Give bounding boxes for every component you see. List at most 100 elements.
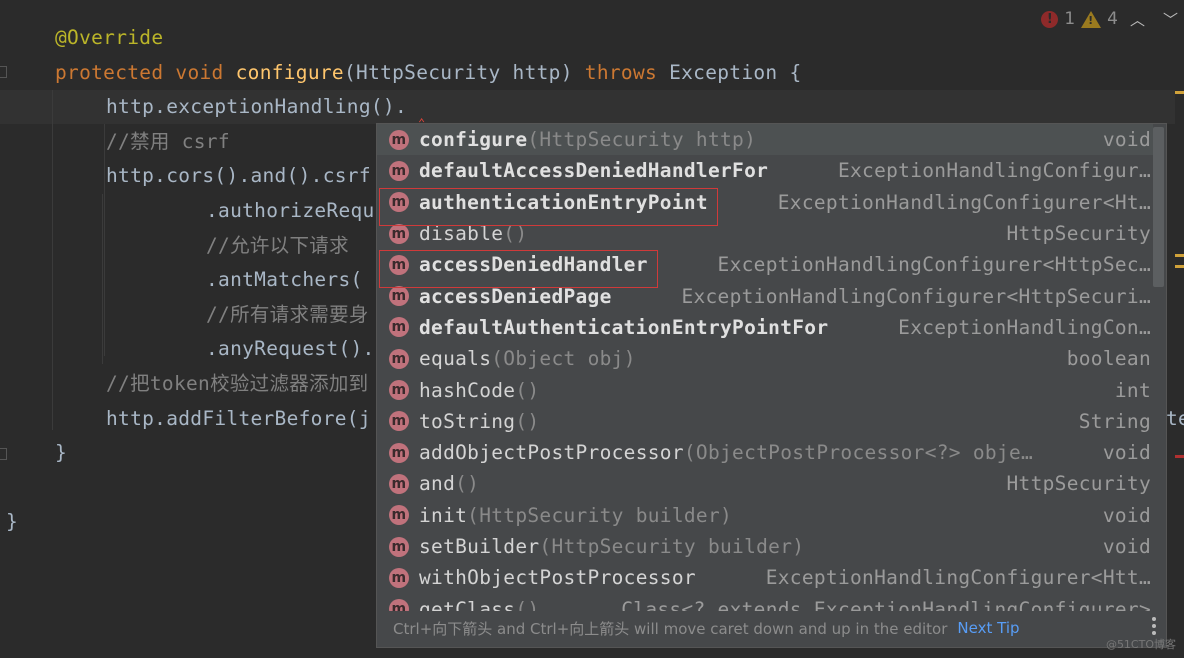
code-token: protected (55, 60, 176, 84)
completion-item-type: boolean (1036, 347, 1151, 371)
code-line[interactable]: http.exceptionHandling(). (106, 90, 407, 124)
completion-item-name: setBuilder (419, 535, 540, 558)
completion-popup[interactable]: m configure (HttpSecurity http) void m defaul… (376, 123, 1167, 648)
completion-list[interactable]: m configure (HttpSecurity http) void m defaul… (377, 124, 1153, 611)
completion-item-type: int (1084, 378, 1151, 402)
error-count: 1 (1064, 9, 1076, 29)
completion-item-params: (HttpSecurity http) (527, 128, 757, 152)
code-token: //把token校验过滤器添加到 (106, 372, 369, 395)
method-icon: m (389, 317, 409, 338)
completion-item-type: void (1072, 503, 1151, 527)
code-line[interactable]: //所有请求需要身 (206, 298, 369, 332)
method-icon: m (389, 129, 409, 150)
completion-item-type: HttpSecurity (976, 472, 1151, 496)
chevron-up-icon[interactable]: ︿ (1124, 9, 1151, 30)
completion-item[interactable]: m defaultAccessDeniedHandlerFor ExceptionH… (377, 155, 1153, 186)
completion-item-params: () (515, 409, 540, 433)
chevron-down-icon[interactable]: ﹀ (1157, 9, 1184, 30)
warning-stripe[interactable] (1175, 254, 1184, 257)
error-icon: ! (1041, 10, 1059, 28)
completion-item-name: and (419, 472, 456, 496)
completion-item[interactable]: m toString() String (377, 406, 1153, 437)
code-line[interactable]: //把token校验过滤器添加到 (106, 367, 368, 401)
completion-item-type: ExceptionHandlingCon… (868, 315, 1151, 339)
completion-footer: Ctrl+向下箭头 and Ctrl+向上箭头 will move caret … (377, 609, 1166, 647)
method-icon: m (389, 505, 409, 526)
completion-item[interactable]: m hashCode() int (377, 374, 1153, 405)
code-token: Exception { (669, 60, 802, 84)
completion-item-type: ExceptionHandlingConfigurer<HttpSecuri… (651, 284, 1151, 308)
highlight-annotation-box (379, 250, 658, 288)
code-line[interactable]: protected void configure(HttpSecurity ht… (55, 56, 802, 90)
error-stripe[interactable] (1175, 455, 1184, 458)
completion-item-type: String (1048, 409, 1151, 433)
indent-guide (102, 194, 103, 364)
fold-marker[interactable] (0, 448, 7, 460)
code-token: void (175, 60, 236, 84)
method-icon: m (389, 286, 409, 307)
indent-guide (52, 90, 53, 430)
completion-item-name: defaultAccessDeniedHandlerFor (419, 159, 769, 183)
more-options-icon[interactable] (1152, 617, 1156, 635)
inspection-widget[interactable]: ! 1 ! 4 ︿ ﹀ (1041, 8, 1184, 30)
completion-item[interactable]: m defaultAuthenticationEntryPointFor Excep… (377, 312, 1153, 343)
warning-icon: ! (1081, 10, 1102, 28)
code-line[interactable]: .antMatchers( (206, 263, 363, 297)
highlight-annotation-box (379, 188, 718, 226)
completion-item-type: ExceptionHandlingConfigurer<Ht… (747, 190, 1151, 214)
warning-stripe[interactable] (1175, 265, 1184, 268)
method-icon: m (389, 411, 409, 432)
scrollbar[interactable] (1153, 127, 1164, 287)
code-token: //所有请求需要身 (206, 302, 369, 326)
method-icon: m (389, 348, 409, 369)
code-token: //禁用 csrf (106, 129, 230, 153)
code-line[interactable]: } (6, 505, 18, 539)
warning-stripe[interactable] (1175, 91, 1184, 94)
code-line[interactable]: //允许以下请求 (206, 229, 349, 263)
completion-item[interactable]: m setBuilder (HttpSecurity builder) void (377, 531, 1153, 562)
code-line[interactable]: .anyRequest(). (206, 332, 375, 366)
completion-item-type: HttpSecurity (976, 222, 1151, 246)
code-token: http.exceptionHandling(). (106, 95, 407, 119)
method-icon: m (389, 380, 409, 401)
completion-item-name: equals (419, 347, 492, 371)
completion-item-params: () (515, 378, 540, 402)
next-tip-link[interactable]: Next Tip (957, 619, 1019, 637)
code-line[interactable]: //禁用 csrf (106, 125, 230, 159)
completion-item[interactable]: m addObjectPostProcessor (ObjectPostProces… (377, 437, 1153, 468)
completion-item[interactable]: m init (HttpSecurity builder) void (377, 500, 1153, 531)
code-token: http.cors().and().csrf (106, 164, 371, 188)
completion-item-name: accessDeniedPage (419, 284, 612, 308)
completion-item-name: withObjectPostProcessor (419, 566, 696, 590)
completion-item[interactable]: m equals (Object obj) boolean (377, 343, 1153, 374)
code-line[interactable]: } (55, 436, 67, 470)
completion-item-type: ExceptionHandlingConfigurer<Htt… (735, 566, 1151, 590)
code-token: .authorizeRequ (206, 199, 375, 222)
completion-item-type: void (1072, 128, 1151, 152)
code-line[interactable]: .authorizeRequ (206, 194, 375, 228)
code-token: .antMatchers( (206, 268, 363, 292)
code-line[interactable]: @Override (55, 21, 163, 55)
completion-item[interactable]: m configure (HttpSecurity http) void (377, 124, 1153, 156)
method-icon: m (389, 160, 409, 181)
code-token: //允许以下请求 (206, 233, 349, 257)
completion-item[interactable]: m withObjectPostProcessor ExceptionHandlin… (377, 562, 1153, 593)
completion-item-params: (ObjectPostProcessor<?> obje… (683, 441, 1034, 465)
completion-item[interactable]: m and() HttpSecurity (377, 468, 1153, 499)
completion-item-type: void (1072, 535, 1151, 558)
code-line[interactable]: http.addFilterBefore(j (106, 402, 371, 436)
code-line[interactable]: http.cors().and().csrf (106, 159, 371, 193)
code-token: } (55, 441, 68, 465)
warning-count: 4 (1107, 9, 1118, 29)
completion-item-name: defaultAuthenticationEntryPointFor (419, 315, 829, 339)
fold-marker[interactable] (0, 66, 7, 78)
code-token: configure (235, 60, 344, 84)
completion-item-name: configure (419, 128, 528, 152)
code-token: } (6, 510, 19, 534)
completion-item-name: toString (419, 409, 516, 433)
method-icon: m (389, 223, 409, 244)
method-icon: m (389, 536, 409, 557)
tip-text: Ctrl+向下箭头 and Ctrl+向上箭头 will move caret … (393, 619, 948, 638)
code-token: .anyRequest(). (206, 337, 375, 361)
completion-item-params: (Object obj) (491, 347, 636, 371)
